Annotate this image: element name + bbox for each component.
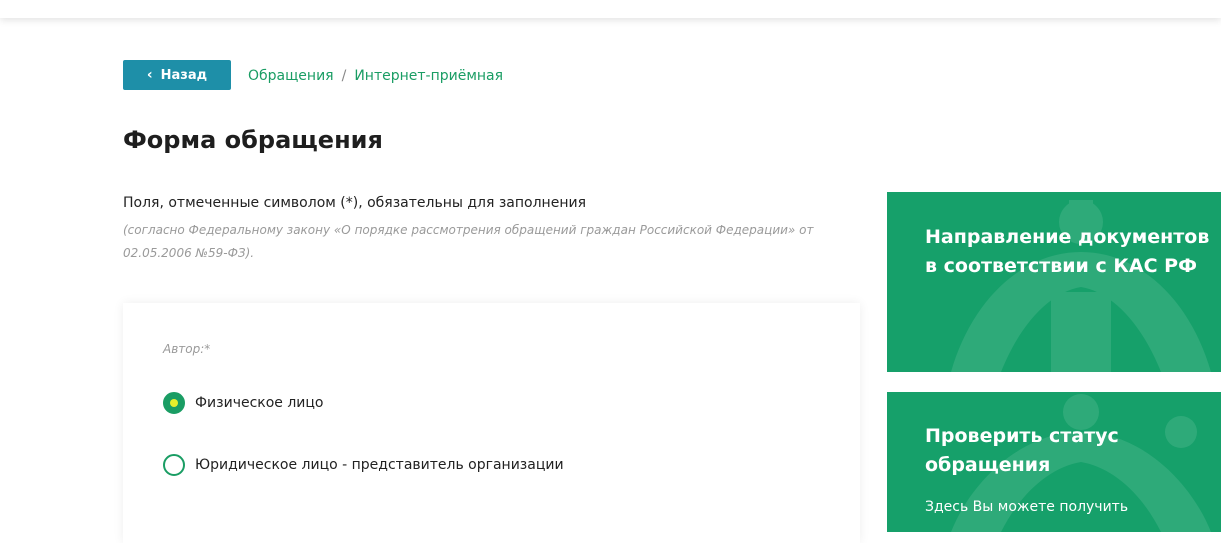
chevron-left-icon: ‹: [146, 67, 153, 83]
top-header-bar: [0, 0, 1221, 18]
appeal-form-card: Автор:* Физическое лицо Юридическое лицо…: [123, 303, 860, 543]
back-button-label: Назад: [160, 67, 208, 83]
radio-button-legal-entity[interactable]: [163, 454, 185, 476]
page-title: Форма обращения: [123, 126, 383, 154]
author-option-legal-entity-label: Юридическое лицо - представитель организ…: [195, 457, 564, 473]
back-button[interactable]: ‹ Назад: [123, 60, 231, 90]
radio-button-individual[interactable]: [163, 392, 185, 414]
emblem-watermark-icon: [951, 200, 1211, 372]
required-fields-note: Поля, отмеченные символом (*), обязатель…: [123, 195, 586, 211]
author-option-individual[interactable]: Физическое лицо: [163, 392, 324, 414]
author-field-label: Автор:*: [163, 342, 211, 356]
breadcrumb-link-reception[interactable]: Интернет-приёмная: [354, 68, 503, 84]
check-status-card[interactable]: Проверить статус обращения Здесь Вы може…: [887, 392, 1221, 532]
check-status-title: Проверить статус обращения: [925, 425, 1119, 476]
law-reference-note: (согласно Федеральному закону «О порядке…: [123, 223, 814, 260]
check-status-text: Здесь Вы можете получить: [925, 499, 1129, 515]
breadcrumb-link-appeals[interactable]: Обращения: [248, 68, 334, 84]
author-option-legal-entity[interactable]: Юридическое лицо - представитель организ…: [163, 454, 564, 476]
kas-documents-card[interactable]: Направление документов в соответствии с …: [887, 192, 1221, 372]
author-option-individual-label: Физическое лицо: [195, 395, 324, 411]
breadcrumb-separator: /: [341, 68, 347, 84]
breadcrumb: Обращения / Интернет-приёмная: [248, 68, 503, 84]
kas-card-title: Направление документов в соответствии с …: [925, 226, 1210, 277]
